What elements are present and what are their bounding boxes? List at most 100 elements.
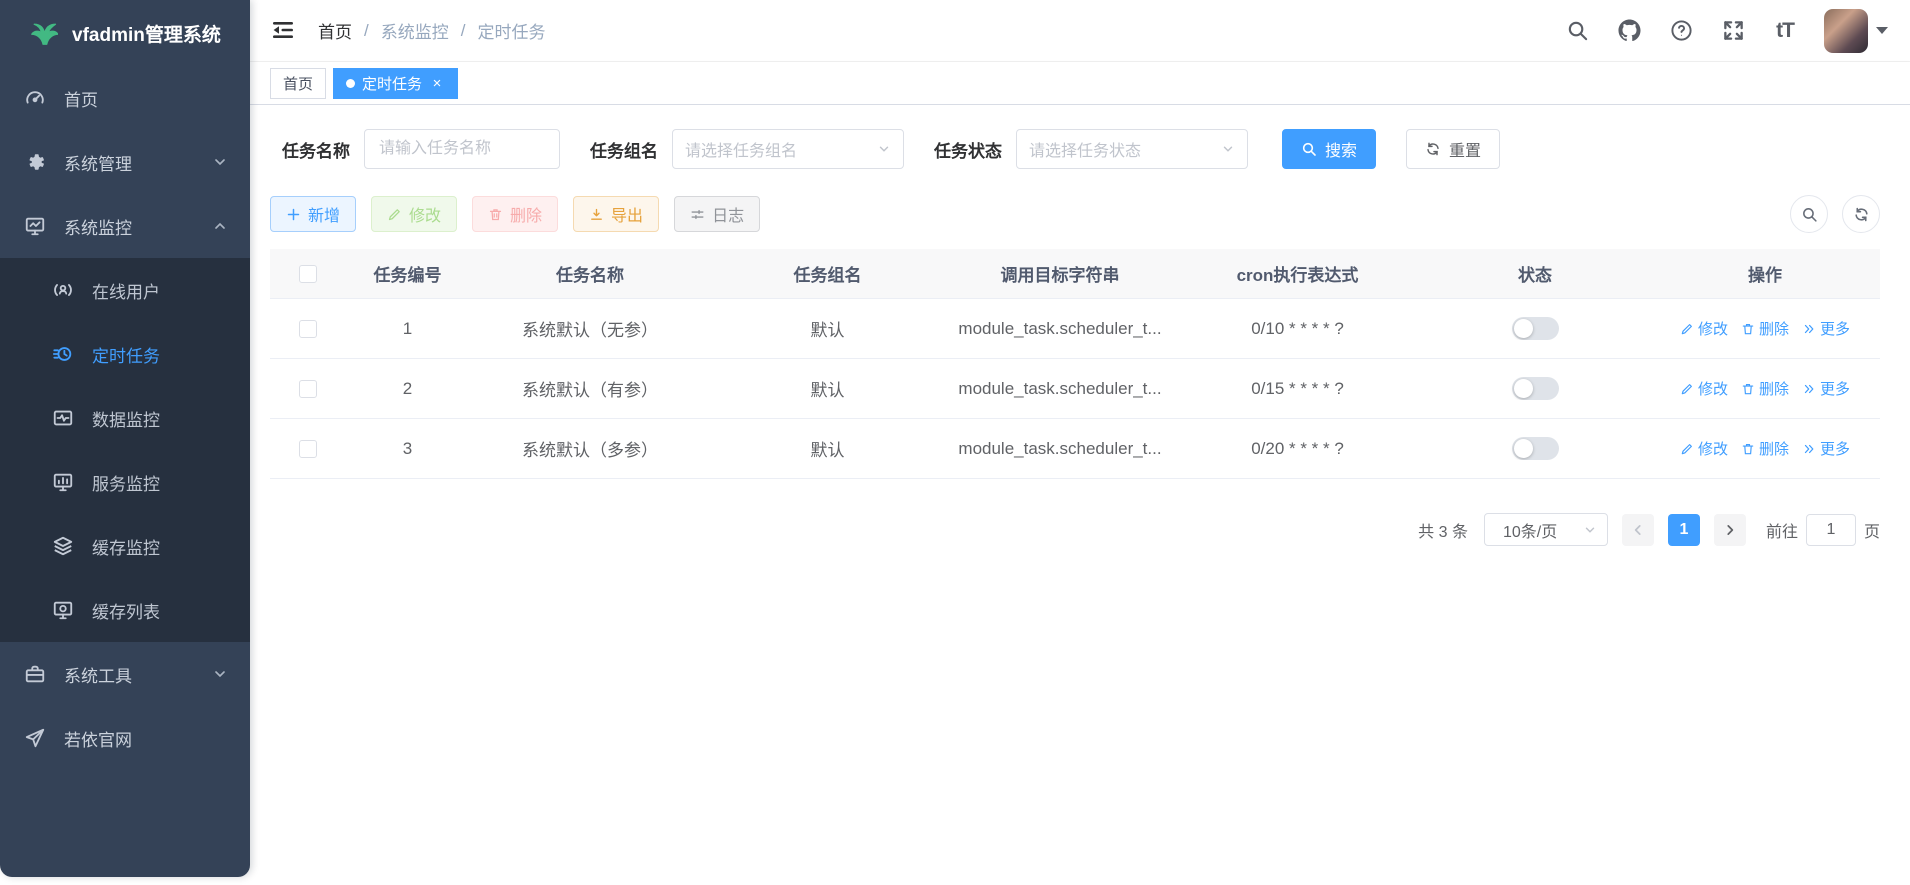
job-status-select[interactable]: 请选择任务状态 bbox=[1016, 129, 1248, 169]
header-job-group: 任务组名 bbox=[710, 261, 945, 286]
sidebar-item-label: 数据监控 bbox=[92, 406, 228, 431]
search-icon[interactable] bbox=[1564, 18, 1590, 44]
table-row: 3 系统默认（多参） 默认 module_task.scheduler_t...… bbox=[270, 419, 1880, 479]
sidebar-item-system-monitor[interactable]: 系统监控 bbox=[0, 194, 250, 258]
chevron-down-icon bbox=[877, 142, 891, 156]
sidebar-item-home[interactable]: 首页 bbox=[0, 66, 250, 130]
delete-button[interactable]: 删除 bbox=[472, 196, 558, 232]
page-number-1[interactable]: 1 bbox=[1668, 514, 1700, 546]
cell-job-id: 1 bbox=[345, 319, 470, 339]
goto-page-input[interactable] bbox=[1806, 514, 1856, 546]
sidebar-item-label: 在线用户 bbox=[92, 278, 228, 303]
app-logo[interactable]: vfadmin管理系统 bbox=[0, 0, 250, 66]
row-delete-link[interactable]: 删除 bbox=[1741, 378, 1789, 399]
font-size-icon[interactable]: tT bbox=[1772, 18, 1798, 44]
row-more-link[interactable]: 更多 bbox=[1802, 378, 1850, 399]
cell-job-name: 系统默认（有参） bbox=[470, 376, 710, 401]
job-status-label: 任务状态 bbox=[934, 137, 1002, 162]
sidebar-item-official-site[interactable]: 若依官网 bbox=[0, 706, 250, 770]
fullscreen-icon[interactable] bbox=[1720, 18, 1746, 44]
user-menu[interactable] bbox=[1824, 9, 1888, 53]
select-all-checkbox[interactable] bbox=[299, 265, 317, 283]
row-checkbox[interactable] bbox=[299, 380, 317, 398]
sidebar-item-cache-monitor[interactable]: 缓存监控 bbox=[0, 514, 250, 578]
breadcrumb-home[interactable]: 首页 bbox=[318, 18, 352, 43]
gear-icon bbox=[24, 151, 46, 173]
next-page-button[interactable] bbox=[1714, 514, 1746, 546]
row-more-link[interactable]: 更多 bbox=[1802, 318, 1850, 339]
row-checkbox[interactable] bbox=[299, 440, 317, 458]
tag-home[interactable]: 首页 bbox=[270, 68, 326, 99]
server-monitor-icon bbox=[52, 471, 74, 493]
operation-icon bbox=[690, 207, 705, 222]
row-checkbox[interactable] bbox=[299, 320, 317, 338]
sidebar-item-data-monitor[interactable]: 数据监控 bbox=[0, 386, 250, 450]
sidebar-item-label: 定时任务 bbox=[92, 342, 228, 367]
log-button[interactable]: 日志 bbox=[674, 196, 760, 232]
job-name-label: 任务名称 bbox=[282, 137, 350, 162]
row-edit-link[interactable]: 修改 bbox=[1680, 438, 1728, 459]
refresh-table-icon[interactable] bbox=[1842, 195, 1880, 233]
chevron-down-icon bbox=[212, 666, 228, 682]
reset-button[interactable]: 重置 bbox=[1406, 129, 1500, 169]
row-more-link[interactable]: 更多 bbox=[1802, 438, 1850, 459]
tag-scheduled-jobs[interactable]: 定时任务 bbox=[333, 68, 458, 99]
cell-cron: 0/20 * * * * ? bbox=[1175, 439, 1420, 459]
job-group-select[interactable]: 请选择任务组名 bbox=[672, 129, 904, 169]
header-actions: 操作 bbox=[1650, 261, 1880, 286]
main-area: 首页 / 系统监控 / 定时任务 t bbox=[250, 0, 1910, 885]
edit-button[interactable]: 修改 bbox=[371, 196, 457, 232]
double-chevron-right-icon bbox=[1802, 322, 1816, 336]
toolbox-icon bbox=[24, 663, 46, 685]
header-job-name: 任务名称 bbox=[470, 261, 710, 286]
cell-job-id: 3 bbox=[345, 439, 470, 459]
app-root: vfadmin管理系统 首页 系统管理 bbox=[0, 0, 1910, 885]
tags-view-bar: 首页 定时任务 bbox=[250, 62, 1910, 105]
sidebar-item-server-monitor[interactable]: 服务监控 bbox=[0, 450, 250, 514]
sidebar-collapse-icon[interactable] bbox=[270, 18, 296, 44]
status-toggle[interactable] bbox=[1512, 377, 1559, 400]
sidebar-item-cache-list[interactable]: 缓存列表 bbox=[0, 578, 250, 642]
jobs-table: 任务编号 任务名称 任务组名 调用目标字符串 cron执行表达式 状态 操作 1… bbox=[270, 249, 1880, 479]
cell-job-name: 系统默认（无参） bbox=[470, 316, 710, 341]
page-size-select[interactable]: 10条/页 bbox=[1484, 513, 1608, 546]
chevron-right-icon bbox=[1723, 523, 1737, 537]
github-icon[interactable] bbox=[1616, 18, 1642, 44]
add-button[interactable]: 新增 bbox=[270, 196, 356, 232]
search-button[interactable]: 搜索 bbox=[1282, 129, 1376, 169]
user-avatar bbox=[1824, 9, 1868, 53]
sidebar-item-scheduled-jobs[interactable]: 定时任务 bbox=[0, 322, 250, 386]
status-toggle[interactable] bbox=[1512, 317, 1559, 340]
help-icon[interactable] bbox=[1668, 18, 1694, 44]
cell-invoke-target: module_task.scheduler_t... bbox=[945, 379, 1175, 399]
row-edit-link[interactable]: 修改 bbox=[1680, 318, 1728, 339]
status-toggle[interactable] bbox=[1512, 437, 1559, 460]
cell-invoke-target: module_task.scheduler_t... bbox=[945, 319, 1175, 339]
prev-page-button[interactable] bbox=[1622, 514, 1654, 546]
sidebar-item-system-manage[interactable]: 系统管理 bbox=[0, 130, 250, 194]
row-delete-link[interactable]: 删除 bbox=[1741, 438, 1789, 459]
job-name-input[interactable] bbox=[364, 129, 560, 169]
table-tools bbox=[1790, 195, 1880, 233]
filter-job-name: 任务名称 bbox=[282, 129, 560, 169]
pagination: 共 3 条 10条/页 1 前往 页 bbox=[270, 513, 1880, 546]
breadcrumb-separator: / bbox=[461, 21, 466, 41]
double-chevron-right-icon bbox=[1802, 382, 1816, 396]
export-button[interactable]: 导出 bbox=[573, 196, 659, 232]
sidebar-item-label: 缓存列表 bbox=[92, 598, 228, 623]
dashboard-icon bbox=[24, 87, 46, 109]
breadcrumb: 首页 / 系统监控 / 定时任务 bbox=[318, 18, 545, 43]
sidebar-item-online-users[interactable]: 在线用户 bbox=[0, 258, 250, 322]
row-edit-link[interactable]: 修改 bbox=[1680, 378, 1728, 399]
sidebar-item-system-tools[interactable]: 系统工具 bbox=[0, 642, 250, 706]
job-group-label: 任务组名 bbox=[590, 137, 658, 162]
toggle-search-icon[interactable] bbox=[1790, 195, 1828, 233]
breadcrumb-system-monitor: 系统监控 bbox=[381, 18, 449, 43]
cell-cron: 0/15 * * * * ? bbox=[1175, 379, 1420, 399]
row-delete-link[interactable]: 删除 bbox=[1741, 318, 1789, 339]
header-status: 状态 bbox=[1420, 261, 1650, 286]
cell-job-group: 默认 bbox=[710, 436, 945, 461]
pencil-icon bbox=[1680, 442, 1694, 456]
tag-close-icon[interactable] bbox=[429, 75, 445, 91]
cell-job-group: 默认 bbox=[710, 376, 945, 401]
